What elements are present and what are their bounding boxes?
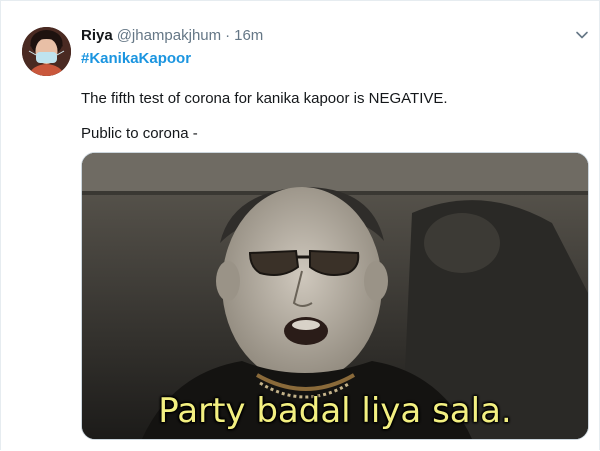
author-name[interactable]: Riya [81,27,113,44]
separator-dot: · [225,27,231,44]
meme-caption: Party badal liya sala. [158,391,512,431]
tweet-text-line: Public to corona - [81,125,198,142]
tweet-timestamp[interactable]: 16m [234,27,263,44]
chevron-down-icon [576,31,588,39]
avatar[interactable] [22,27,71,76]
tweet-header: Riya @jhampakjhum · 16m [81,27,263,47]
tweet-menu-button[interactable] [574,27,590,43]
tweet[interactable]: Riya @jhampakjhum · 16m #KanikaKapoor Th… [1,1,600,451]
author-handle[interactable]: @jhampakjhum [117,27,221,44]
tweet-text-line: The fifth test of corona for kanika kapo… [81,90,448,107]
hashtag-link[interactable]: #KanikaKapoor [81,50,191,67]
timeline-frame: Riya @jhampakjhum · 16m #KanikaKapoor Th… [0,0,600,450]
tweet-media-image[interactable]: Party badal liya sala. [81,152,589,440]
